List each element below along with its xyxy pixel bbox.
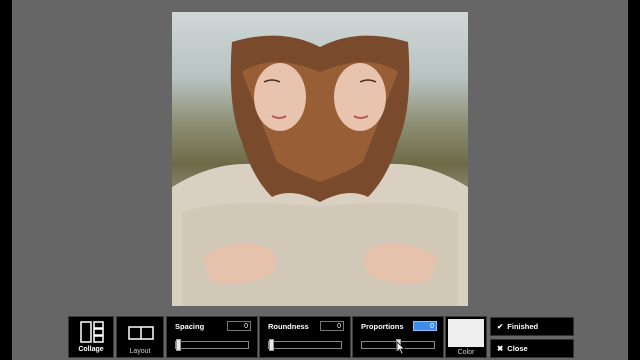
layout-button[interactable]: Layout bbox=[116, 316, 164, 358]
photo-right-half bbox=[320, 35, 468, 306]
proportions-control: Proportions 0 bbox=[352, 316, 444, 358]
collage-button[interactable]: Collage bbox=[68, 316, 114, 358]
proportions-label: Proportions bbox=[361, 322, 404, 331]
collage-preview-image[interactable] bbox=[172, 12, 468, 306]
spacing-slider-thumb[interactable] bbox=[176, 339, 181, 351]
close-icon: ✖ bbox=[497, 344, 504, 353]
spacing-value-input[interactable]: 0 bbox=[227, 321, 251, 331]
spacing-slider-track[interactable] bbox=[175, 339, 249, 351]
color-label: Color bbox=[457, 349, 475, 356]
roundness-value-input[interactable]: 0 bbox=[320, 321, 344, 331]
collage-label: Collage bbox=[78, 346, 104, 353]
roundness-slider-track[interactable] bbox=[268, 339, 342, 351]
color-swatch bbox=[448, 319, 484, 347]
spacing-control: Spacing 0 bbox=[166, 316, 258, 358]
close-label: Close bbox=[507, 344, 528, 353]
roundness-slider-thumb[interactable] bbox=[269, 339, 274, 351]
collage-icon bbox=[80, 321, 104, 343]
close-button[interactable]: ✖ Close bbox=[490, 339, 574, 358]
spacing-label: Spacing bbox=[175, 322, 205, 331]
checkmark-icon: ✔ bbox=[497, 322, 504, 331]
mouse-cursor-icon bbox=[396, 341, 406, 355]
roundness-control: Roundness 0 bbox=[259, 316, 351, 358]
roundness-label: Roundness bbox=[268, 322, 309, 331]
photo-left-half bbox=[172, 35, 320, 306]
finished-label: Finished bbox=[507, 322, 539, 331]
proportions-value-input[interactable]: 0 bbox=[413, 321, 437, 331]
layout-label: Layout bbox=[129, 348, 151, 355]
finished-button[interactable]: ✔ Finished bbox=[490, 317, 574, 336]
color-button[interactable]: Color bbox=[445, 316, 487, 358]
layout-icon bbox=[128, 326, 154, 340]
